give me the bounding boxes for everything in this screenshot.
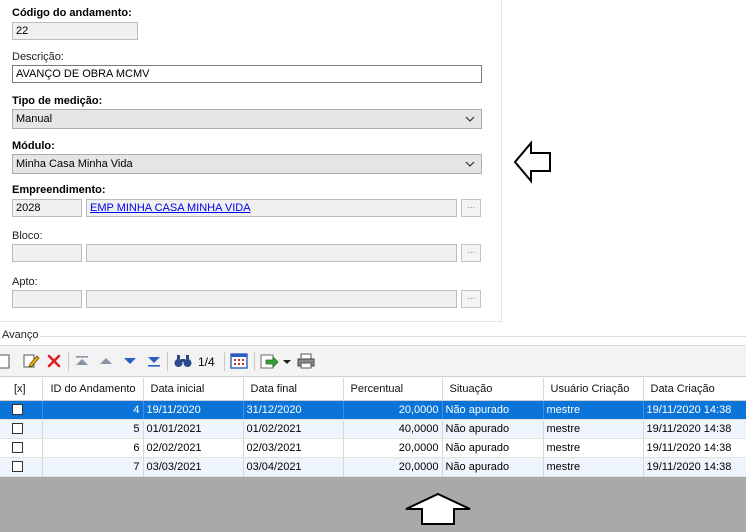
bloco-code-field[interactable] [12,244,82,262]
chevron-down-icon [465,161,475,167]
cell-usuario: mestre [543,457,644,477]
empreendimento-label: Empreendimento: [12,184,106,196]
cell-usuario: mestre [543,400,644,420]
cell-data-inicial: 19/11/2020 [143,400,244,420]
bloco-name-field[interactable] [86,244,457,262]
chevron-down-icon [465,116,475,122]
table-row[interactable]: 4 19/11/2020 31/12/2020 20,0000 Não apur… [0,400,746,420]
cell-data-inicial: 01/01/2021 [143,419,244,439]
descricao-field[interactable]: AVANÇO DE OBRA MCMV [12,65,482,83]
modulo-select[interactable]: Minha Casa Minha Vida [12,154,482,174]
cell-id: 5 [42,419,144,439]
dropdown-arrow-icon[interactable] [282,352,292,370]
edit-record-icon[interactable] [22,352,40,370]
row-checkbox[interactable] [12,404,23,416]
tipo-medicao-value: Manual [16,113,53,125]
arrow-left-icon [513,140,551,184]
cell-situacao: Não apurado [442,419,544,439]
tipo-medicao-label: Tipo de medição: [12,95,103,107]
row-checkbox[interactable] [12,423,23,435]
column-header-data-inicial[interactable]: Data inicial [143,378,244,401]
bloco-label: Bloco: [12,230,43,242]
cell-data-criacao: 19/11/2020 14:38 [643,457,746,477]
cell-percentual: 20,0000 [343,400,443,420]
binoculars-icon[interactable] [173,352,193,370]
cell-usuario: mestre [543,419,644,439]
empreendimento-name-field[interactable]: EMP MINHA CASA MINHA VIDA [86,199,457,217]
empty-grid-area [0,477,746,532]
toolbar-separator [254,352,255,371]
first-record-icon[interactable] [74,352,90,370]
grid-toolbar: 1/4 [0,345,746,377]
export-icon[interactable] [260,352,280,370]
apto-lookup-button[interactable]: ... [461,290,481,308]
bloco-lookup-button[interactable]: ... [461,244,481,262]
cell-data-final: 31/12/2020 [243,400,344,420]
grid-header-row: [x] ID do Andamento Data inicial Data fi… [0,378,746,401]
delete-icon[interactable] [46,352,62,370]
empreendimento-link[interactable]: EMP MINHA CASA MINHA VIDA [90,202,251,214]
empreendimento-code-field[interactable]: 2028 [12,199,82,217]
row-checkbox[interactable] [12,442,23,454]
last-record-icon[interactable] [146,352,162,370]
form-panel: Código do andamento: 22 Descrição: AVANÇ… [0,0,502,322]
column-header-situacao[interactable]: Situação [442,378,544,401]
cell-id: 4 [42,400,144,420]
cell-data-criacao: 19/11/2020 14:38 [643,400,746,420]
modulo-value: Minha Casa Minha Vida [16,158,133,170]
cell-data-criacao: 19/11/2020 14:38 [643,438,746,458]
arrow-up-icon [405,492,471,525]
cell-percentual: 20,0000 [343,438,443,458]
cell-percentual: 40,0000 [343,419,443,439]
cell-id: 7 [42,457,144,477]
avanco-group-label: Avanço [2,329,39,341]
tipo-medicao-select[interactable]: Manual [12,109,482,129]
pager-indicator: 1/4 [198,355,215,369]
group-divider [40,336,746,337]
apto-code-field[interactable] [12,290,82,308]
table-row[interactable]: 5 01/01/2021 01/02/2021 40,0000 Não apur… [0,419,746,439]
table-row[interactable]: 6 02/02/2021 02/03/2021 20,0000 Não apur… [0,438,746,458]
cell-data-criacao: 19/11/2020 14:38 [643,419,746,439]
table-row[interactable]: 7 03/03/2021 03/04/2021 20,0000 Não apur… [0,457,746,477]
avanco-grid: [x] ID do Andamento Data inicial Data fi… [0,378,746,477]
descricao-label: Descrição: [12,51,64,63]
cell-situacao: Não apurado [442,457,544,477]
toolbar-separator [68,352,69,371]
cell-data-final: 02/03/2021 [243,438,344,458]
cell-situacao: Não apurado [442,438,544,458]
column-header-data-criacao[interactable]: Data Criação [643,378,746,401]
empreendimento-lookup-button[interactable]: ... [461,199,481,217]
cell-data-inicial: 03/03/2021 [143,457,244,477]
column-header-usuario[interactable]: Usuário Criação [543,378,644,401]
column-header-id[interactable]: ID do Andamento [42,378,144,401]
column-header-data-final[interactable]: Data final [243,378,344,401]
cell-situacao: Não apurado [442,400,544,420]
row-checkbox[interactable] [12,461,23,473]
toolbar-separator [224,352,225,371]
apto-label: Apto: [12,276,38,288]
modulo-label: Módulo: [12,140,55,152]
cell-id: 6 [42,438,144,458]
column-header-select[interactable]: [x] [0,378,43,401]
cell-data-inicial: 02/02/2021 [143,438,244,458]
printer-icon[interactable] [296,352,316,370]
cell-usuario: mestre [543,438,644,458]
next-record-icon[interactable] [122,352,138,370]
new-record-icon[interactable] [0,352,12,370]
codigo-field[interactable]: 22 [12,22,138,40]
codigo-label: Código do andamento: [12,7,132,19]
cell-data-final: 01/02/2021 [243,419,344,439]
toolbar-separator [167,352,168,371]
previous-record-icon[interactable] [98,352,114,370]
grid-layout-icon[interactable] [230,352,248,370]
cell-percentual: 20,0000 [343,457,443,477]
cell-data-final: 03/04/2021 [243,457,344,477]
column-header-percentual[interactable]: Percentual [343,378,443,401]
apto-name-field[interactable] [86,290,457,308]
